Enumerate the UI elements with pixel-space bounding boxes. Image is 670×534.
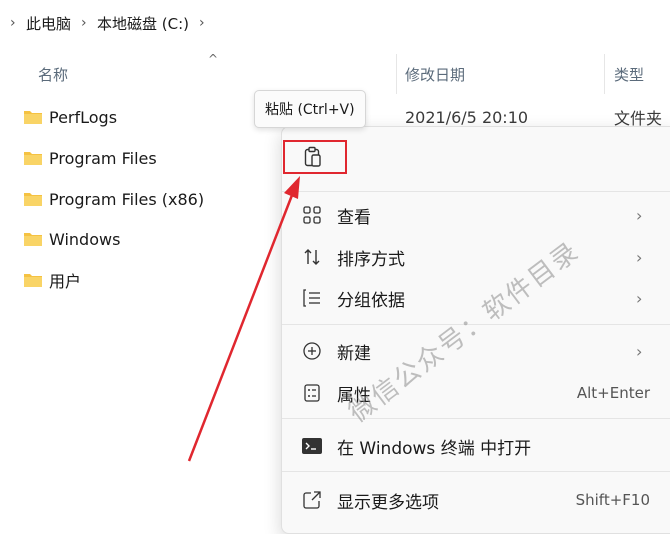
paste-tooltip: 粘贴 (Ctrl+V)	[254, 90, 366, 128]
menu-item-label: 显示更多选项	[337, 492, 439, 513]
breadcrumb: › 此电脑 › 本地磁盘 (C:) ›	[0, 0, 670, 46]
folder-icon	[23, 109, 43, 125]
menu-item-label: 分组依据	[337, 290, 405, 311]
column-divider[interactable]	[396, 54, 397, 94]
file-name: Program Files	[49, 148, 157, 168]
properties-icon	[301, 382, 323, 404]
sort-icon	[301, 246, 323, 268]
paste-highlight-box	[283, 140, 347, 174]
terminal-icon	[301, 435, 323, 457]
file-name: Program Files (x86)	[49, 189, 205, 209]
menu-item-view[interactable]: 查看 ›	[282, 195, 670, 235]
group-list-icon	[301, 287, 323, 309]
column-type[interactable]: 类型	[614, 64, 644, 85]
menu-item-open-in-terminal[interactable]: 在 Windows 终端 中打开	[282, 426, 670, 466]
file-name: Windows	[49, 229, 121, 249]
chevron-right-icon: ›	[636, 205, 643, 225]
chevron-right-icon[interactable]: ›	[199, 15, 207, 31]
share-expand-icon	[301, 489, 323, 511]
menu-item-label: 在 Windows 终端 中打开	[337, 438, 532, 459]
column-divider[interactable]	[604, 54, 605, 94]
menu-divider	[282, 191, 670, 192]
grid-view-icon	[301, 204, 323, 226]
column-name[interactable]: 名称	[38, 64, 68, 85]
plus-circle-icon	[301, 340, 323, 362]
menu-item-show-more-options[interactable]: 显示更多选项 Shift+F10	[282, 480, 670, 520]
column-modified[interactable]: 修改日期	[405, 64, 465, 85]
breadcrumb-local-disk[interactable]: 本地磁盘 (C:)	[97, 13, 189, 34]
breadcrumb-this-pc[interactable]: 此电脑	[26, 13, 71, 34]
menu-item-label: 新建	[337, 343, 371, 364]
chevron-right-icon: ›	[636, 341, 643, 361]
chevron-right-icon: ›	[636, 288, 643, 308]
shortcut-label: Alt+Enter	[576, 384, 650, 402]
column-header: ^ 名称 修改日期 类型	[0, 50, 670, 94]
chevron-right-icon: ›	[636, 247, 643, 267]
menu-item-label: 查看	[337, 207, 371, 228]
file-name: 用户	[49, 272, 82, 291]
chevron-right-icon[interactable]: ›	[10, 15, 18, 31]
menu-item-label: 排序方式	[337, 249, 405, 270]
shortcut-label: Shift+F10	[575, 491, 650, 509]
folder-icon	[23, 191, 43, 207]
chevron-right-icon[interactable]: ›	[81, 15, 89, 31]
file-name: PerfLogs	[49, 107, 118, 127]
folder-icon	[23, 150, 43, 166]
menu-divider	[282, 471, 670, 472]
folder-icon	[23, 272, 43, 288]
file-date: 2021/6/5 20:10	[405, 107, 529, 127]
folder-icon	[23, 231, 43, 247]
menu-divider	[282, 418, 670, 419]
menu-item-sort[interactable]: 排序方式 ›	[282, 237, 670, 277]
menu-item-properties[interactable]: 属性 Alt+Enter	[282, 373, 670, 413]
sort-caret-icon: ^	[208, 52, 219, 66]
